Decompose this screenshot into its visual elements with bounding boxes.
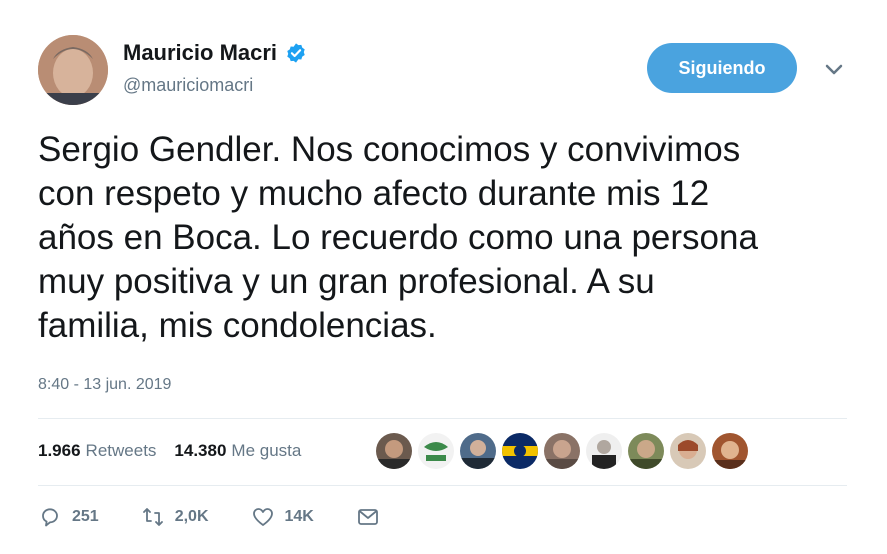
liker-avatar[interactable] (460, 433, 496, 469)
liker-avatar[interactable] (586, 433, 622, 469)
likes-stat[interactable]: 14.380 Me gusta (174, 441, 301, 461)
author-avatar[interactable] (38, 35, 108, 105)
like-button[interactable]: 14K (251, 505, 314, 529)
liker-avatar[interactable] (502, 433, 538, 469)
verified-badge-icon (287, 43, 305, 63)
author-handle[interactable]: @mauriciomacri (123, 75, 253, 96)
engagement-stats: 1.966 Retweets 14.380 Me gusta (38, 441, 301, 461)
reply-count: 251 (72, 508, 99, 525)
reply-button[interactable]: 251 (38, 505, 99, 529)
likes-label: Me gusta (231, 441, 302, 460)
author-name-text[interactable]: Mauricio Macri (123, 40, 277, 66)
likes-count: 14.380 (174, 441, 227, 460)
tweet-timestamp[interactable]: 8:40 - 13 jun. 2019 (38, 376, 171, 394)
direct-message-button[interactable] (356, 505, 380, 529)
divider-top (38, 418, 847, 419)
like-count: 14K (284, 508, 314, 525)
heart-icon (252, 508, 273, 526)
tweet-actions: 251 2,0K 14K (38, 505, 422, 529)
divider-bottom (38, 485, 847, 486)
reply-icon (42, 508, 58, 527)
likers-avatars (376, 433, 748, 469)
retweet-button[interactable]: 2,0K (141, 505, 209, 529)
liker-avatar[interactable] (712, 433, 748, 469)
envelope-icon (357, 509, 378, 525)
liker-avatar[interactable] (628, 433, 664, 469)
retweet-count: 2,0K (174, 508, 209, 525)
retweets-stat[interactable]: 1.966 Retweets (38, 441, 156, 461)
retweets-label: Retweets (85, 441, 157, 460)
tweet-text: Sergio Gendler. Nos conocimos y convivim… (38, 130, 758, 345)
following-button[interactable]: Siguiendo (647, 43, 797, 93)
retweet-icon (142, 508, 163, 526)
liker-avatar[interactable] (418, 433, 454, 469)
liker-avatar[interactable] (544, 433, 580, 469)
liker-avatar[interactable] (670, 433, 706, 469)
chevron-down-icon[interactable] (820, 58, 848, 80)
retweets-count: 1.966 (38, 441, 81, 460)
liker-avatar[interactable] (376, 433, 412, 469)
author-name[interactable]: Mauricio Macri (123, 40, 307, 66)
